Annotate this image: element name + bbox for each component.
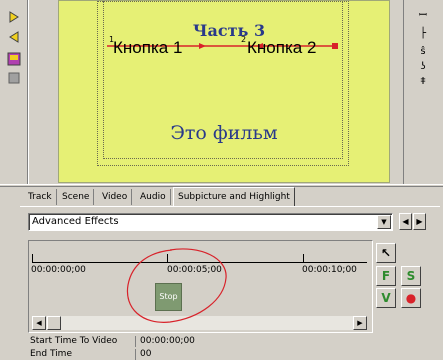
property-name: Start Time To Video — [28, 336, 136, 347]
property-value[interactable]: 00 — [140, 349, 151, 360]
property-name: End Time — [28, 349, 136, 360]
property-row[interactable]: Start Time To Video 00:00:00;00 — [28, 336, 443, 347]
property-value[interactable]: 00:00:00;00 — [140, 336, 195, 347]
property-row[interactable]: End Time 00 — [28, 349, 443, 360]
properties-list: Start Time To Video 00:00:00;00 End Time… — [28, 336, 443, 360]
annotation-circle — [126, 248, 227, 323]
